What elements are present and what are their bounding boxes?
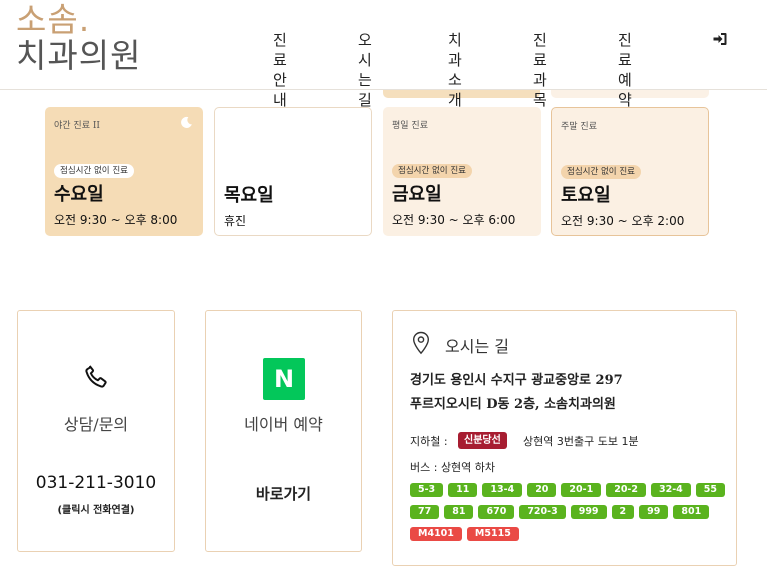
bus-badge: 670 — [478, 505, 515, 519]
moon-icon — [181, 116, 192, 128]
bus-badge: 999 — [570, 505, 607, 519]
bus-badge: 77 — [410, 505, 440, 519]
hours-time: 오전 9:30 ~ 오후 6:00 — [392, 213, 516, 227]
phone-click-note: (클릭시 전화연결) — [57, 505, 135, 516]
subway-directions: 상현역 3번출구 도보 1분 — [523, 435, 639, 448]
subway-line-badge: 신분당선 — [458, 432, 507, 449]
bus-badge: 13-4 — [482, 483, 523, 497]
day-label: 목요일 — [224, 185, 274, 206]
bus-label: 버스 : 상현역 하차 — [410, 461, 496, 474]
address-line-1: 경기도 용인시 수지구 광교중앙로 297 — [410, 373, 623, 388]
hours-tag: 주말 진료 — [561, 122, 597, 132]
hours-time: 휴진 — [224, 214, 247, 228]
bus-badge: 32-4 — [650, 483, 691, 497]
bus-badge: 5-3 — [410, 483, 444, 497]
bus-badge: 11 — [448, 483, 478, 497]
hours-card-friday: 평일 진료 점심시간 없이 진료 금요일 오전 9:30 ~ 오후 6:00 — [383, 107, 541, 236]
nav-item-directions[interactable]: 오시는 길 — [358, 30, 372, 110]
no-lunch-badge: 점심시간 없이 진료 — [54, 164, 134, 178]
map-pin-icon — [412, 331, 430, 355]
naver-go-link[interactable]: 바로가기 — [206, 483, 361, 504]
logo-wordmark-bottom[interactable]: 치과의원 — [16, 38, 141, 74]
naver-reservation-card[interactable]: N 네이버 예약 바로가기 — [205, 310, 362, 552]
day-label: 금요일 — [392, 184, 442, 205]
hours-card-saturday: 주말 진료 점심시간 없이 진료 토요일 오전 9:30 ~ 오후 2:00 — [551, 107, 709, 236]
site-header: 소솜. 치과의원 진료안내 오시는 길 치과소개 진료과목 진료예약 — [0, 0, 767, 109]
nav-item-departments[interactable]: 진료과목 — [533, 30, 547, 110]
bus-row: 77 81 670 720-3 999 2 99 801 — [410, 505, 714, 519]
phone-icon — [85, 365, 107, 388]
nav-item-treatment-info[interactable]: 진료안내 — [273, 30, 287, 110]
bus-row: 5-3 11 13-4 20 20-1 20-2 32-4 55 — [410, 483, 730, 497]
hours-card-thursday: 목요일 휴진 — [214, 107, 372, 236]
contact-title: 상담/문의 — [63, 415, 129, 434]
bus-badge: 81 — [444, 505, 474, 519]
address-line-2: 푸르지오시티 D동 2층, 소솜치과의원 — [410, 397, 616, 412]
logo-wordmark-top[interactable]: 소솜. — [16, 2, 90, 38]
day-label: 토요일 — [561, 185, 611, 206]
login-icon[interactable] — [712, 31, 728, 47]
day-label: 수요일 — [54, 184, 104, 205]
bus-badge: 20 — [527, 483, 557, 497]
no-lunch-badge: 점심시간 없이 진료 — [392, 164, 472, 178]
bus-badge: 20-2 — [606, 483, 646, 497]
bus-badge: 55 — [695, 483, 725, 497]
hours-time: 오전 9:30 ~ 오후 8:00 — [54, 213, 178, 227]
bus-badge: 801 — [673, 505, 710, 519]
hours-tag: 평일 진료 — [392, 121, 428, 131]
express-bus-badge: M4101 — [410, 527, 462, 541]
bus-row: M4101 M5115 — [410, 527, 524, 541]
bus-badge: 20-1 — [561, 483, 602, 497]
nav-item-reservation[interactable]: 진료예약 — [618, 30, 632, 110]
bus-badge: 99 — [639, 505, 669, 519]
phone-number-link[interactable]: 031-211-3010 — [18, 473, 174, 493]
no-lunch-badge: 점심시간 없이 진료 — [561, 165, 641, 179]
location-title: 오시는 길 — [445, 337, 509, 356]
subway-label: 지하철 : — [410, 435, 448, 448]
bus-badge: 720-3 — [519, 505, 566, 519]
bus-badge: 2 — [611, 505, 635, 519]
contact-card[interactable]: 상담/문의 031-211-3010 (클릭시 전화연결) — [17, 310, 175, 552]
naver-logo-icon: N — [263, 358, 305, 400]
naver-title: 네이버 예약 — [244, 415, 323, 434]
hours-card-wednesday: 야간 진료 II 점심시간 없이 진료 수요일 오전 9:30 ~ 오후 8:0… — [45, 107, 203, 236]
nav-item-about[interactable]: 치과소개 — [448, 30, 462, 110]
hours-tag: 야간 진료 II — [54, 121, 100, 131]
location-card: 오시는 길 경기도 용인시 수지구 광교중앙로 297 푸르지오시티 D동 2층… — [392, 310, 737, 566]
hours-time: 오전 9:30 ~ 오후 2:00 — [561, 214, 685, 228]
express-bus-badge: M5115 — [466, 527, 519, 541]
